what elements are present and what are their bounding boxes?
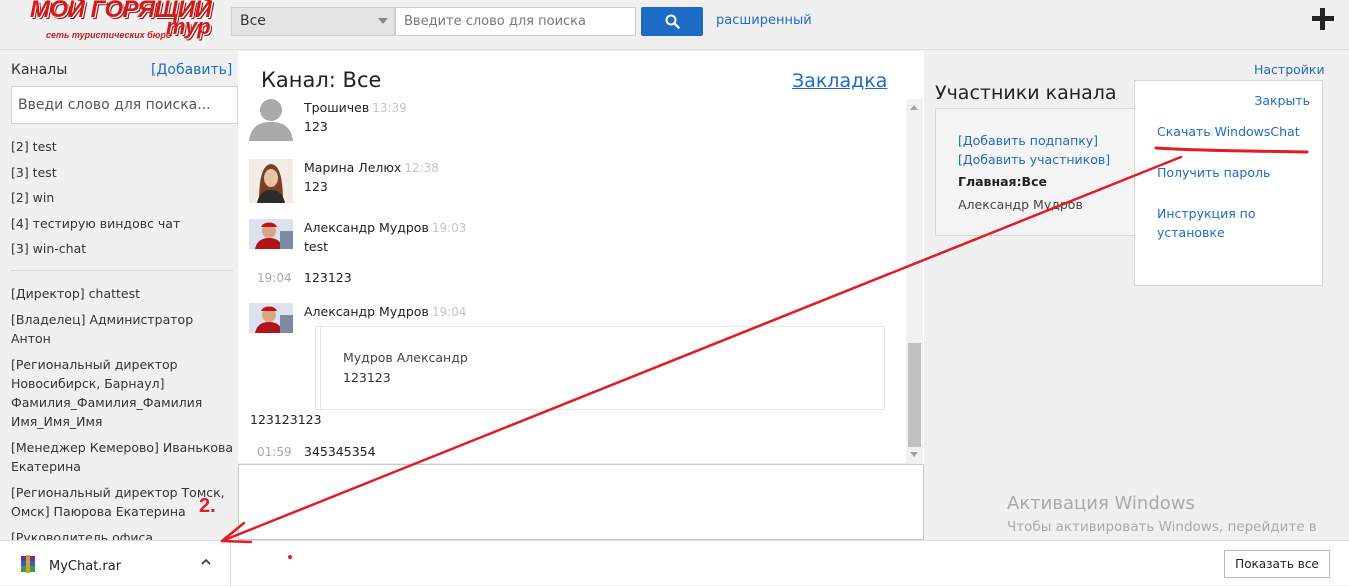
activation-watermark-title: Активация Windows [1007,493,1195,514]
message-text: 123123 [304,270,352,285]
download-windowschat-link[interactable]: Скачать WindowsChat [1157,122,1317,141]
quote-author: Мудров Александр [343,350,468,365]
contact-item[interactable]: [Директор] chattest [11,284,233,303]
scrollbar-thumb[interactable] [908,343,921,447]
chevron-down-icon [378,18,388,24]
message-author-name: Александр Мудров [304,304,429,319]
contact-item[interactable]: [Владелец] Администратор Антон [11,310,233,348]
get-password-link[interactable]: Получить пароль [1157,163,1317,182]
channel-list: [2] test [3] test [2] win [4] тестирую в… [11,138,233,266]
chevron-up-icon[interactable] [201,557,211,567]
search-icon [665,14,680,29]
message-text: 123123123 [250,412,322,427]
annotation-label: 2. [199,495,216,517]
scroll-down-icon[interactable] [910,452,918,457]
user-photo-icon [249,219,293,249]
avatar [249,159,293,203]
annotation-dot [288,555,292,559]
channel-item[interactable]: [4] тестирую виндовс чат [11,215,233,241]
default-avatar-icon [249,99,293,141]
quote-block: Мудров Александр 123123 [315,326,885,410]
contact-item[interactable]: [Региональный директор Новосибирск, Барн… [11,355,233,431]
message-author: Александр Мудров 19:04 [304,304,466,319]
message-author-name: Марина Лелюх [304,160,402,175]
sidebar-divider [11,270,233,271]
add-subfolder-link[interactable]: [Добавить подпапку] [958,133,1098,148]
quote-bar [316,327,321,409]
channel-search-input[interactable] [11,86,238,124]
user-photo-icon [249,159,293,203]
search-input[interactable] [395,7,636,36]
avatar [249,303,293,333]
avatar [249,99,293,141]
message-author-name: Александр Мудров [304,220,429,235]
search-scope-value: Все [240,13,266,29]
search-scope-select[interactable]: Все [231,7,395,36]
user-photo-icon [249,303,293,333]
add-members-link[interactable]: [Добавить участников] [958,152,1110,167]
message-text: test [304,239,329,254]
channel-item[interactable]: [2] test [11,138,233,164]
search-button[interactable] [641,7,703,36]
message-author: Александр Мудров 19:03 [304,220,466,235]
quote-text: 123123 [343,370,391,385]
top-bar: МОЙ ГОРЯЩИЙ тур сеть туристических бюро … [0,0,1349,50]
channel-item[interactable]: [2] win [11,189,233,215]
contact-item[interactable]: [Руководитель офиса Калининград] Хрол Св… [11,528,233,540]
message-compose-input[interactable] [238,464,924,540]
message-time: 19:04 [257,271,292,285]
message-author-name: Трошичев [304,100,370,115]
contact-item[interactable]: [Менеджер Кемерово] Иванькова Екатерина [11,438,233,476]
settings-link[interactable]: Настройки [1254,62,1325,77]
channel-item[interactable]: [3] test [11,164,233,190]
rar-archive-icon [21,555,35,573]
members-panel: [Добавить подпапку] [Добавить участников… [935,108,1135,236]
logo-subtitle: сеть туристических бюро [46,30,172,40]
member-item[interactable]: Александр Мудров [958,197,1083,212]
channel-item[interactable]: [3] win-chat [11,240,233,266]
logo[interactable]: МОЙ ГОРЯЩИЙ тур сеть туристических бюро [10,0,212,46]
message-time: 19:04 [431,305,467,319]
install-guide-link[interactable]: Инструкция по установке [1157,204,1317,242]
logo-tail-text: тур [166,14,211,39]
chat-scrollbar[interactable] [906,99,923,463]
message-text: 345345354 [304,444,376,459]
add-channel-link-text[interactable]: [Добавить] [151,62,232,78]
show-all-downloads-button[interactable]: Показать все [1224,550,1330,578]
message-time: 01:59 [257,445,292,459]
message-author: Марина Лелюх 12:38 [304,160,439,175]
bookmark-link[interactable]: Закладка [792,70,887,92]
download-file-name: MyChat.rar [49,559,122,574]
message-time: 13:39 [372,101,407,115]
download-item[interactable]: MyChat.rar [0,541,231,586]
add-channel-link[interactable]: [Добавить] [151,62,232,78]
chat-panel: Канал: Все Закладка Трошичев 13:39 123 М… [238,51,924,463]
message-time: 19:03 [431,221,467,235]
message-list[interactable]: Трошичев 13:39 123 Марина Лелюх 12:38 123 [238,99,906,463]
members-title: Участники канала [935,82,1117,104]
message-text: 123 [304,119,328,134]
chat-title: Канал: Все [261,68,382,92]
close-menu-link[interactable]: Закрыть [1254,93,1310,108]
message-text: 123 [304,179,328,194]
settings-menu: Закрыть Скачать WindowsChat Получить пар… [1134,80,1323,286]
plus-icon[interactable] [1312,8,1334,30]
channels-heading: Каналы [11,62,68,78]
message-time: 12:38 [404,161,439,175]
download-bar: MyChat.rar Показать все [0,540,1349,586]
advanced-search-link[interactable]: расширенный [716,13,812,28]
message-author: Трошичев 13:39 [304,100,407,115]
members-group-title: Главная:Все [958,174,1047,189]
scroll-up-icon[interactable] [910,105,918,110]
avatar [249,219,293,249]
channels-sidebar: Каналы [Добавить] [2] test [3] test [2] … [0,51,238,540]
